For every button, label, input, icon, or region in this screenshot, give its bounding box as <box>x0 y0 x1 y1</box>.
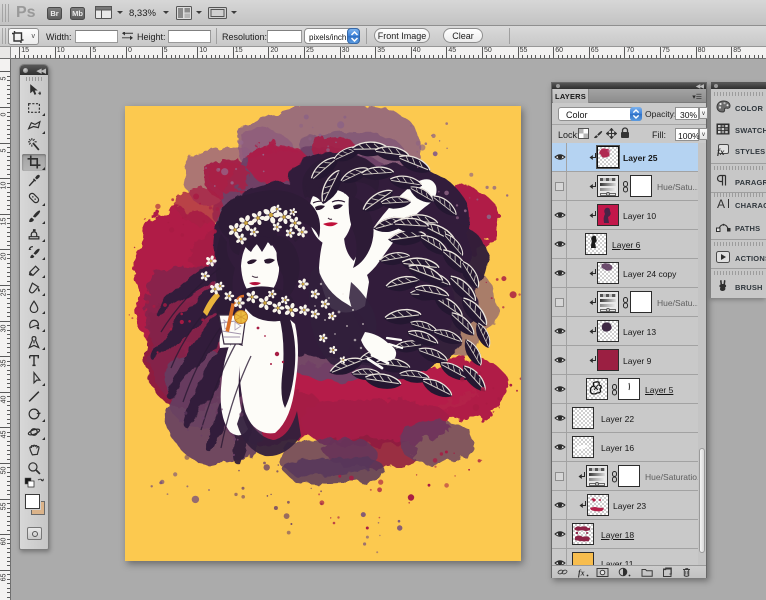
svg-text:fx: fx <box>578 569 585 578</box>
svg-text:fx: fx <box>717 147 725 156</box>
svg-text:A: A <box>717 197 725 210</box>
